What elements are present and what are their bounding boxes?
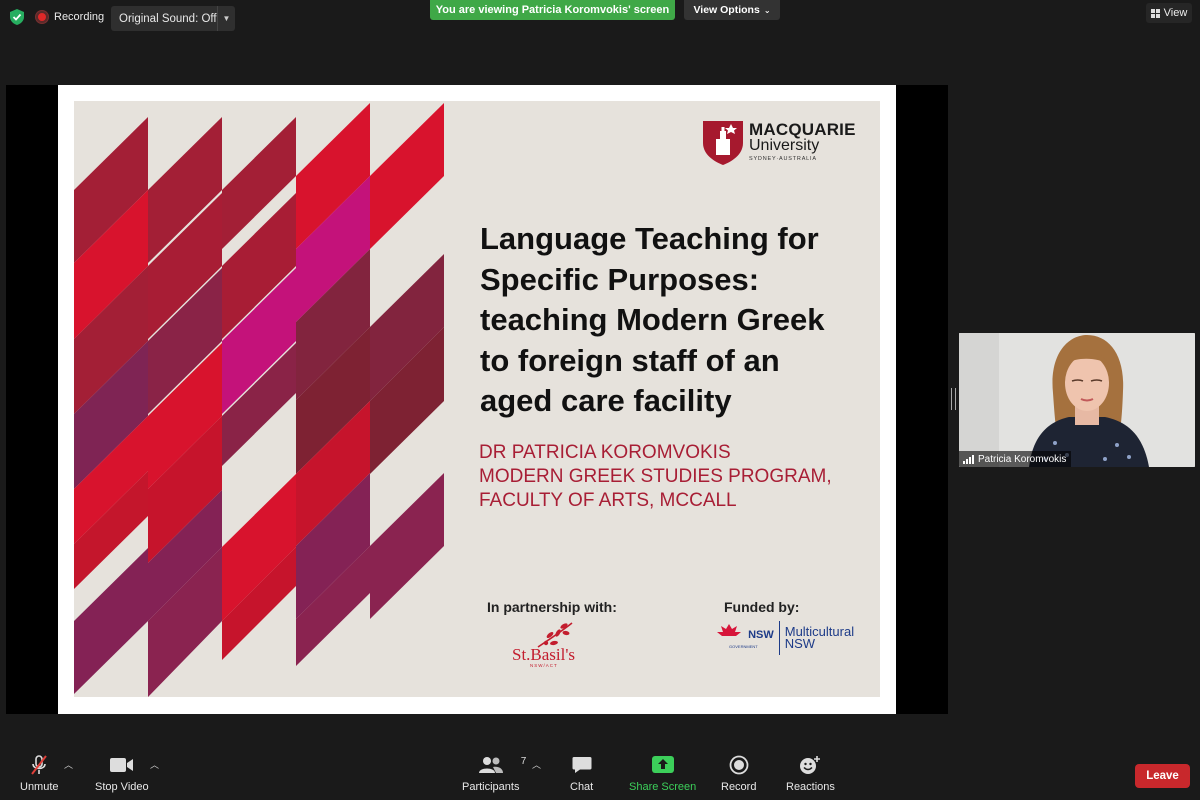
record-button[interactable]: Record	[721, 754, 756, 793]
title-line: Specific Purposes:	[480, 261, 760, 297]
leave-meeting-button[interactable]: Leave	[1135, 764, 1190, 788]
macquarie-university-logo: MACQUARIE University SYDNEY·AUSTRALIA	[703, 121, 856, 165]
view-options-button[interactable]: View Options ⌄	[684, 0, 780, 20]
presentation-slide: MACQUARIE University SYDNEY·AUSTRALIA La…	[74, 101, 880, 697]
subtitle-line: DR PATRICIA KOROMVOKIS	[479, 442, 731, 463]
view-layout-button[interactable]: View	[1146, 3, 1192, 23]
participant-video-feed	[959, 333, 1195, 467]
multicultural-nsw-logo: NSW GOVERNMENT Multicultural NSW	[713, 621, 854, 655]
view-options-label: View Options	[693, 4, 760, 16]
nsw-gov-text: NSW	[748, 629, 774, 641]
reactions-smiley-icon	[800, 756, 821, 774]
participants-count: 7	[520, 756, 527, 767]
logo-divider	[778, 621, 780, 655]
title-line: Language Teaching for	[480, 221, 819, 256]
stop-video-button[interactable]: Stop Video	[95, 754, 149, 793]
grid-view-icon	[1150, 8, 1160, 18]
original-sound-label: Original Sound: Off	[119, 12, 217, 25]
audio-options-chevron-icon[interactable]: ︿	[64, 758, 73, 771]
recording-indicator[interactable]: Recording	[36, 8, 104, 26]
viewing-screen-banner: You are viewing Patricia Koromvokis' scr…	[430, 0, 675, 20]
view-label: View	[1163, 7, 1188, 19]
participant-name: Patricia Koromvokis	[978, 453, 1067, 465]
unmute-label: Unmute	[20, 781, 59, 793]
participant-name-label: Patricia Koromvokis	[959, 451, 1072, 467]
university-name-line1: MACQUARIE	[749, 120, 856, 139]
partnership-label: In partnership with:	[487, 599, 617, 615]
macquarie-crest-icon	[703, 121, 743, 165]
leave-label: Leave	[1146, 770, 1179, 782]
record-label: Record	[721, 781, 757, 793]
viewing-banner-text: You are viewing Patricia Koromvokis' scr…	[435, 4, 670, 16]
signal-strength-icon	[963, 454, 974, 464]
slide-title: Language Teaching for Specific Purposes:…	[480, 219, 880, 422]
security-shield-icon[interactable]	[10, 9, 24, 25]
title-line: aged care facility	[480, 383, 732, 418]
university-location: SYDNEY·AUSTRALIA	[749, 156, 817, 162]
chat-bubble-icon	[572, 757, 592, 773]
share-screen-label: Share Screen	[629, 781, 697, 793]
slide-subtitle: DR PATRICIA KOROMVOKIS MODERN GREEK STUD…	[479, 441, 879, 513]
video-options-chevron-icon[interactable]: ︿	[150, 758, 159, 771]
reactions-label: Reactions	[786, 781, 835, 793]
nsw-government-mark: NSW GOVERNMENT	[713, 624, 774, 652]
participant-video-tile[interactable]: Patricia Koromvokis	[959, 333, 1195, 467]
recording-dot-icon	[36, 11, 48, 23]
chat-label: Chat	[570, 781, 594, 793]
funded-by-label: Funded by:	[724, 599, 800, 615]
share-screen-button[interactable]: Share Screen	[629, 754, 696, 793]
panel-resize-handle[interactable]	[951, 388, 956, 410]
shared-screen-area[interactable]: MACQUARIE University SYDNEY·AUSTRALIA La…	[6, 85, 948, 714]
video-camera-icon	[109, 758, 133, 772]
reactions-button[interactable]: Reactions	[786, 754, 835, 793]
original-sound-button[interactable]: Original Sound: Off ▼	[111, 6, 235, 31]
st-basils-logo-subtext: NSW/ACT	[530, 663, 558, 668]
subtitle-line: FACULTY OF ARTS, MCCALL	[479, 490, 737, 511]
title-line: to foreign staff of an	[480, 342, 780, 378]
participants-icon	[478, 757, 503, 773]
recording-label: Recording	[54, 11, 105, 23]
microphone-muted-icon	[31, 755, 48, 775]
nsw-gov-subtext: GOVERNMENT	[729, 644, 758, 649]
title-line: teaching Modern Greek	[480, 302, 825, 337]
waratah-flower-icon	[717, 624, 741, 636]
university-name-line2: University	[749, 137, 820, 154]
share-screen-icon	[651, 756, 674, 773]
diagonal-stripes-graphic	[74, 103, 444, 697]
stop-video-label: Stop Video	[95, 781, 149, 793]
meeting-toolbar: Unmute ︿ Stop Video ︿ 7 Participants ︿ C…	[0, 748, 1200, 800]
slide-frame: MACQUARIE University SYDNEY·AUSTRALIA La…	[58, 85, 896, 714]
record-icon	[729, 755, 749, 775]
chat-button[interactable]: Chat	[570, 754, 593, 793]
st-basils-logo-text: St.Basil's	[512, 645, 576, 664]
multicultural-nsw-text: NSW	[784, 636, 816, 651]
subtitle-line: MODERN GREEK STUDIES PROGRAM,	[479, 466, 832, 487]
chevron-down-icon[interactable]: ▼	[217, 6, 235, 31]
participants-options-chevron-icon[interactable]: ︿	[532, 758, 541, 771]
unmute-button[interactable]: Unmute	[20, 754, 59, 793]
chevron-down-icon: ⌄	[763, 5, 771, 15]
participants-button[interactable]: 7 Participants	[462, 754, 526, 793]
participants-label: Participants	[462, 781, 520, 793]
